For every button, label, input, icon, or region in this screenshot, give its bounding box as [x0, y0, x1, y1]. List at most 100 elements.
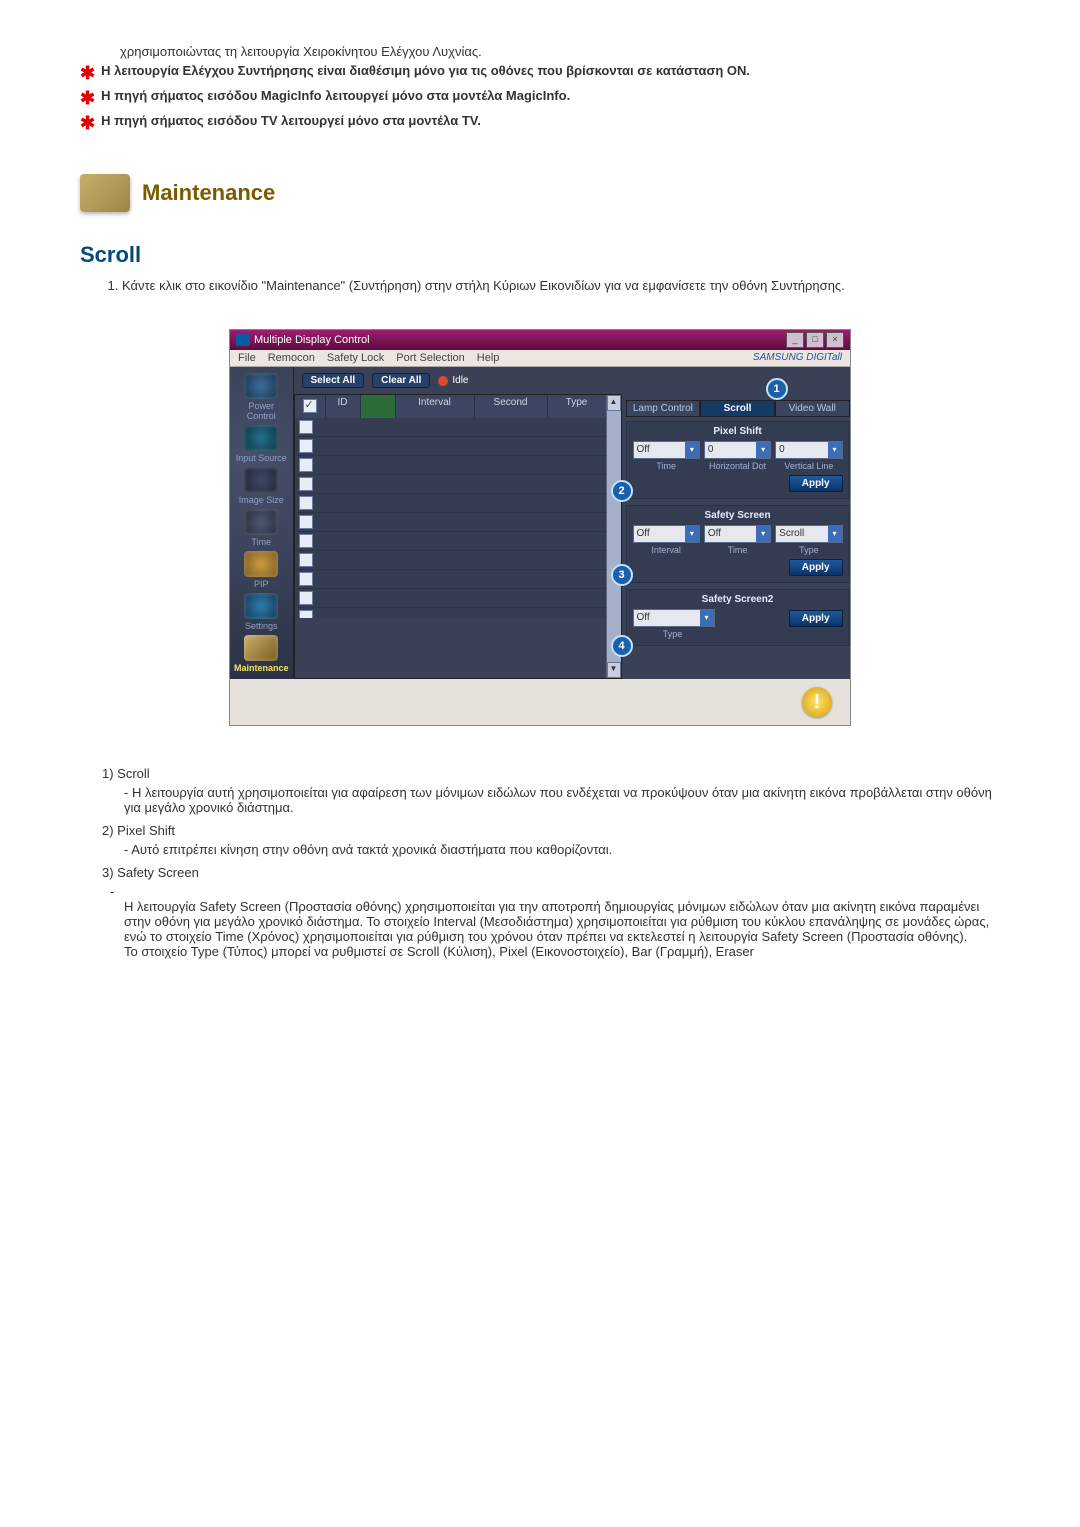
sidebar-item-image[interactable]: Image Size	[234, 467, 289, 505]
row-checkbox[interactable]	[299, 534, 313, 548]
app-window: Multiple Display Control _ □ × File Remo…	[229, 329, 851, 726]
desc-1-title: 1) Scroll	[102, 766, 1000, 781]
sidebar-item-maintenance[interactable]: Maintenance	[234, 635, 289, 673]
tab-lamp[interactable]: Lamp Control	[626, 400, 701, 417]
desc-2-body: - Αυτό επιτρέπει κίνηση στην οθόνη ανά τ…	[124, 842, 1000, 857]
chevron-down-icon[interactable]: ▾	[685, 442, 699, 458]
table-row[interactable]	[295, 475, 606, 494]
image-icon	[244, 467, 278, 493]
row-checkbox[interactable]	[299, 420, 313, 434]
menu-file[interactable]: File	[238, 352, 256, 364]
row-checkbox[interactable]	[299, 591, 313, 605]
desc-3-dash: -	[110, 884, 1000, 899]
table-row[interactable]	[295, 570, 606, 589]
chevron-down-icon[interactable]: ▾	[828, 526, 842, 542]
ss2-type[interactable]: Off▾	[633, 609, 715, 627]
table-row[interactable]	[295, 532, 606, 551]
maximize-button[interactable]: □	[806, 332, 824, 348]
ss-type[interactable]: Scroll▾	[775, 525, 842, 543]
table-row[interactable]	[295, 437, 606, 456]
sidebar-item-time[interactable]: Time	[234, 509, 289, 547]
section-title: Maintenance	[142, 180, 275, 206]
section-header: Maintenance	[80, 174, 1000, 212]
settings-icon	[244, 593, 278, 619]
ss-time[interactable]: Off▾	[704, 525, 771, 543]
input-icon	[244, 425, 278, 451]
menu-safetylock[interactable]: Safety Lock	[327, 352, 384, 364]
tabs: 1 Lamp Control Scroll Video Wall	[626, 400, 850, 417]
titlebar: Multiple Display Control _ □ ×	[230, 330, 850, 350]
table-row[interactable]	[295, 608, 606, 618]
maint-icon	[244, 635, 278, 661]
menu-remocon[interactable]: Remocon	[268, 352, 315, 364]
pip-icon	[244, 551, 278, 577]
minimize-button[interactable]: _	[786, 332, 804, 348]
power-icon	[244, 373, 278, 399]
scroll-up-icon[interactable]: ▲	[607, 395, 621, 411]
steps-list: Κάντε κλικ στο εικονίδιο "Maintenance" (…	[80, 278, 1000, 293]
tab-videowall[interactable]: Video Wall	[775, 400, 850, 417]
sidebar-item-power[interactable]: Power Control	[234, 373, 289, 421]
sidebar-item-pip[interactable]: PIP	[234, 551, 289, 589]
row-checkbox[interactable]	[299, 515, 313, 529]
star-icon: ✱	[80, 63, 95, 84]
alert-icon: !	[802, 687, 832, 717]
select-all-button[interactable]: Select All	[302, 373, 365, 388]
pixelshift-mode[interactable]: Off▾	[633, 441, 700, 459]
pixel-shift-panel: Pixel Shift Off▾ 0▾ 0▾ Time Horizontal D…	[626, 421, 850, 499]
warning-1: ✱ Η λειτουργία Ελέγχου Συντήρησης είναι …	[80, 63, 1000, 84]
chevron-down-icon[interactable]: ▾	[685, 526, 699, 542]
app-icon	[236, 334, 250, 346]
chevron-down-icon[interactable]: ▾	[700, 610, 714, 626]
callout-3: 3	[611, 564, 633, 586]
desc-2-title: 2) Pixel Shift	[102, 823, 1000, 838]
chevron-down-icon[interactable]: ▾	[756, 526, 770, 542]
desc-3-title: 3) Safety Screen	[102, 865, 1000, 880]
row-checkbox[interactable]	[299, 458, 313, 472]
pixelshift-vline[interactable]: 0▾	[775, 441, 842, 459]
row-checkbox[interactable]	[299, 610, 313, 618]
desc-1-body: - Η λειτουργία αυτή χρησιμοποιείται για …	[124, 785, 1000, 815]
step-1: Κάντε κλικ στο εικονίδιο "Maintenance" (…	[122, 278, 1000, 293]
table-row[interactable]	[295, 418, 606, 437]
sidebar-item-settings[interactable]: Settings	[234, 593, 289, 631]
config-panel: 1 Lamp Control Scroll Video Wall Pixel S…	[622, 394, 856, 679]
clear-all-button[interactable]: Clear All	[372, 373, 430, 388]
row-checkbox[interactable]	[299, 477, 313, 491]
row-checkbox[interactable]	[299, 572, 313, 586]
pixelshift-apply[interactable]: Apply	[789, 475, 843, 492]
chevron-down-icon[interactable]: ▾	[828, 442, 842, 458]
menubar: File Remocon Safety Lock Port Selection …	[230, 350, 850, 367]
table-row[interactable]	[295, 494, 606, 513]
col-id: ID	[326, 395, 361, 418]
table-row[interactable]	[295, 551, 606, 570]
table-row[interactable]	[295, 589, 606, 608]
ss-apply[interactable]: Apply	[789, 559, 843, 576]
table-header: ID Interval Second Type	[295, 395, 606, 418]
menu-help[interactable]: Help	[477, 352, 500, 364]
warning-3: ✱ Η πηγή σήματος εισόδου TV λειτουργεί μ…	[80, 113, 1000, 134]
callout-1: 1	[766, 378, 788, 400]
col-type: Type	[548, 395, 606, 418]
row-checkbox[interactable]	[299, 496, 313, 510]
pixelshift-hdot[interactable]: 0▾	[704, 441, 771, 459]
subsection-title: Scroll	[80, 242, 1000, 268]
ss2-apply[interactable]: Apply	[789, 610, 843, 627]
col-interval: Interval	[396, 395, 475, 418]
table-row[interactable]	[295, 456, 606, 475]
table-row[interactable]	[295, 513, 606, 532]
brand-label: SAMSUNG DIGITall	[753, 352, 842, 364]
ss-interval[interactable]: Off▾	[633, 525, 700, 543]
tab-scroll[interactable]: Scroll	[700, 400, 775, 417]
menu-portselection[interactable]: Port Selection	[396, 352, 464, 364]
sidebar-item-input[interactable]: Input Source	[234, 425, 289, 463]
row-checkbox[interactable]	[299, 439, 313, 453]
scroll-down-icon[interactable]: ▼	[607, 662, 621, 678]
status-bar: !	[230, 679, 850, 725]
safety-screen2-panel: Safety Screen2 Off▾ Apply Type 4	[626, 589, 850, 646]
safety-screen-panel: Safety Screen Off▾ Off▾ Scroll▾ Interval…	[626, 505, 850, 583]
header-checkbox[interactable]	[303, 399, 317, 413]
chevron-down-icon[interactable]: ▾	[756, 442, 770, 458]
close-button[interactable]: ×	[826, 332, 844, 348]
row-checkbox[interactable]	[299, 553, 313, 567]
